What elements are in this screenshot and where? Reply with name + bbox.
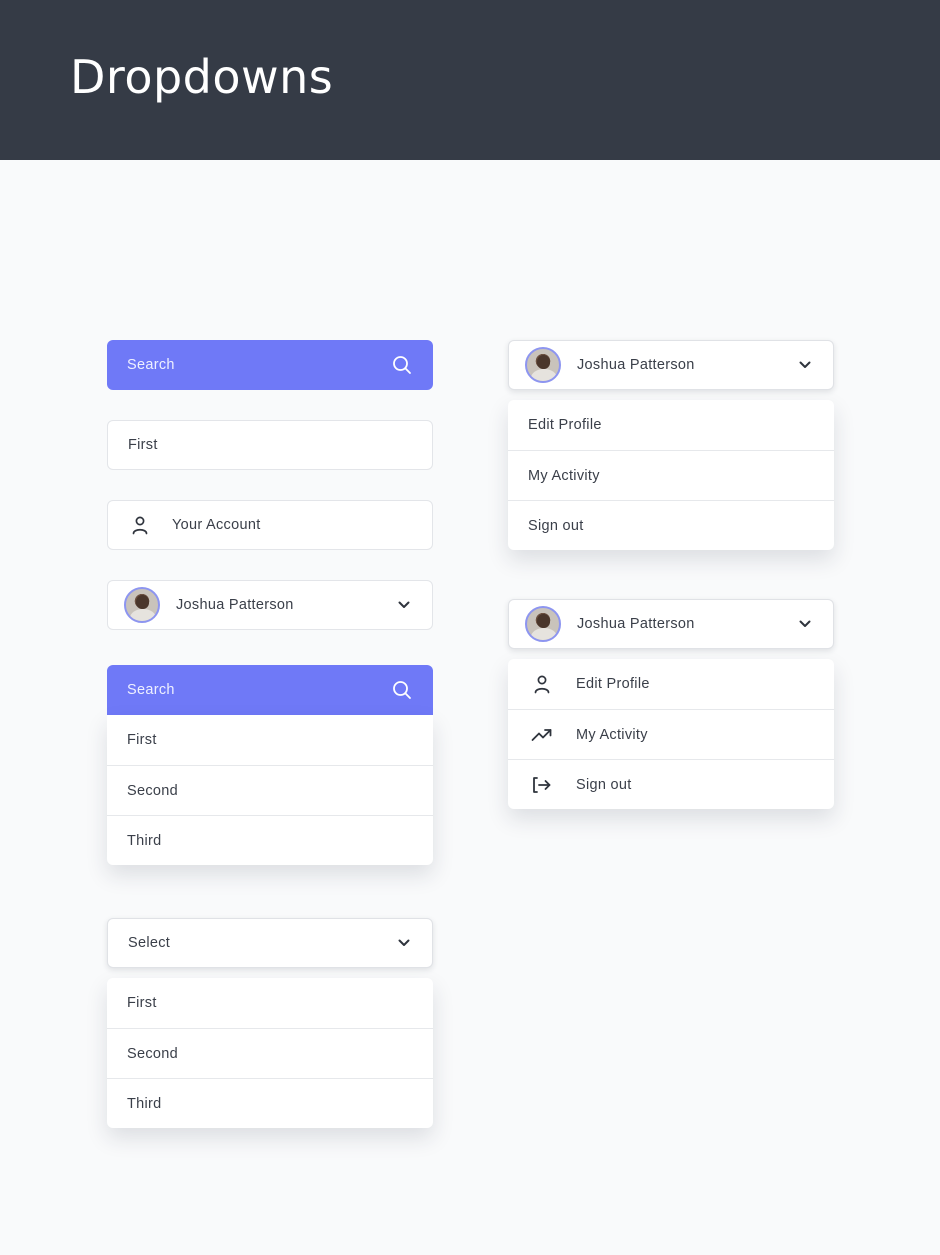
text-input-first[interactable]: First xyxy=(107,420,433,470)
trending-up-icon xyxy=(528,724,556,746)
select-dropdown[interactable]: Select xyxy=(107,918,433,968)
menu-item-second[interactable]: Second xyxy=(107,765,433,815)
search-dropdown-menu: First Second Third xyxy=(107,715,433,865)
user-select[interactable]: Joshua Patterson xyxy=(107,580,433,630)
profile-menu-with-icons: Edit Profile My Activity Sign out xyxy=(508,659,834,809)
user-icon xyxy=(126,514,154,536)
menu-item-third[interactable]: Third xyxy=(107,1078,433,1128)
select-label: Select xyxy=(128,935,171,951)
avatar xyxy=(525,347,561,383)
chevron-down-icon[interactable] xyxy=(396,935,412,951)
search-placeholder: Search xyxy=(127,357,175,373)
menu-item-my-activity[interactable]: My Activity xyxy=(508,450,834,500)
user-name: Joshua Patterson xyxy=(577,616,695,632)
chevron-down-icon[interactable] xyxy=(797,357,813,373)
profile-dropdown-with-icons[interactable]: Joshua Patterson xyxy=(508,599,834,649)
user-icon xyxy=(528,673,556,695)
menu-item-my-activity[interactable]: My Activity xyxy=(508,709,834,759)
menu-item-edit-profile[interactable]: Edit Profile xyxy=(508,659,834,709)
chevron-down-icon[interactable] xyxy=(396,597,412,613)
search-field[interactable]: Search xyxy=(107,340,433,390)
account-field[interactable]: Your Account xyxy=(107,500,433,550)
select-dropdown-menu: First Second Third xyxy=(107,978,433,1128)
profile-menu: Edit Profile My Activity Sign out xyxy=(508,400,834,550)
menu-item-first[interactable]: First xyxy=(107,978,433,1028)
search-dropdown-field[interactable]: Search xyxy=(107,665,433,715)
menu-item-third[interactable]: Third xyxy=(107,815,433,865)
user-name: Joshua Patterson xyxy=(577,357,695,373)
page-title: Dropdowns xyxy=(70,50,334,104)
menu-item-sign-out[interactable]: Sign out xyxy=(508,759,834,809)
search-placeholder: Search xyxy=(127,682,175,698)
user-name: Joshua Patterson xyxy=(176,597,294,613)
input-value: First xyxy=(128,437,158,453)
profile-dropdown[interactable]: Joshua Patterson xyxy=(508,340,834,390)
menu-item-edit-profile[interactable]: Edit Profile xyxy=(508,400,834,450)
menu-item-first[interactable]: First xyxy=(107,715,433,765)
sign-out-icon xyxy=(528,774,556,796)
search-icon[interactable] xyxy=(391,354,413,376)
page-header: Dropdowns xyxy=(0,0,940,160)
chevron-down-icon[interactable] xyxy=(797,616,813,632)
menu-item-sign-out[interactable]: Sign out xyxy=(508,500,834,550)
account-label: Your Account xyxy=(172,517,261,533)
search-icon[interactable] xyxy=(391,679,413,701)
avatar xyxy=(525,606,561,642)
menu-item-second[interactable]: Second xyxy=(107,1028,433,1078)
avatar xyxy=(124,587,160,623)
